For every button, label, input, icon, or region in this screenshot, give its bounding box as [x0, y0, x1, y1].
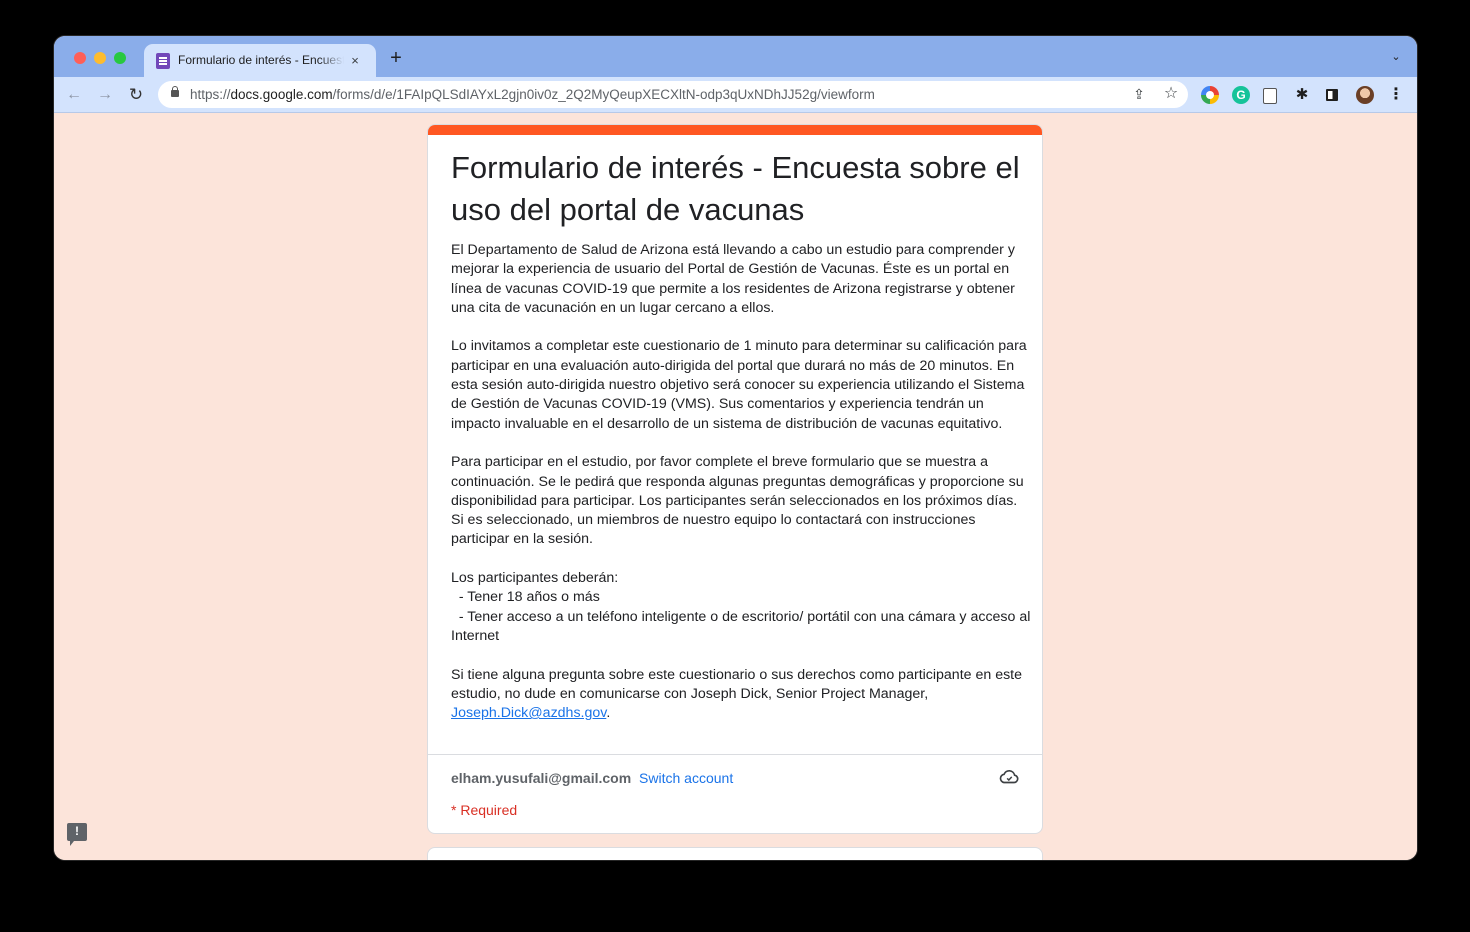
minimize-window-button[interactable]	[94, 52, 106, 64]
lock-icon[interactable]	[171, 86, 179, 97]
next-question-card	[427, 847, 1043, 860]
required-note: * Required	[451, 802, 518, 818]
form-title: Formulario de interés - Encuesta sobre e…	[451, 150, 1020, 227]
extensions-puzzle-icon[interactable]: ✱	[1293, 86, 1311, 104]
google-forms-icon	[156, 53, 170, 69]
extension-icon[interactable]	[1263, 88, 1277, 104]
grammarly-extension-icon[interactable]: G	[1232, 86, 1250, 104]
forward-icon[interactable]: →	[94, 84, 116, 106]
tab-close-icon[interactable]: ×	[346, 52, 364, 70]
description-end: .	[606, 705, 611, 722]
url-text[interactable]: https://docs.google.com/forms/d/e/1FAIpQ…	[190, 87, 875, 102]
divider	[428, 754, 1042, 755]
feedback-icon[interactable]: !	[67, 823, 87, 846]
new-tab-button[interactable]: +	[386, 48, 406, 68]
account-email: elham.yusufali@gmail.com	[451, 770, 632, 786]
address-bar[interactable]: https://docs.google.com/forms/d/e/1FAIpQ…	[158, 81, 1188, 108]
browser-menu-icon[interactable]: ⋮	[1387, 86, 1405, 104]
form-description: El Departamento de Salud de Arizona está…	[451, 241, 1031, 723]
tab-bar: Formulario de interés - Encuesta sobre e…	[54, 36, 1417, 77]
tab-search-icon[interactable]: ⌄	[1389, 50, 1403, 64]
browser-window: Formulario de interés - Encuesta sobre e…	[54, 36, 1417, 860]
browser-toolbar: ← → ↻ https://docs.google.com/forms/d/e/…	[54, 77, 1417, 113]
back-icon[interactable]: ←	[63, 84, 85, 106]
close-window-button[interactable]	[74, 52, 86, 64]
account-row: elham.yusufali@gmail.com Switch account	[451, 770, 733, 786]
share-icon[interactable]: ⇪	[1130, 85, 1148, 103]
tab-title: Formulario de interés - Encuesta sobre e…	[178, 53, 344, 67]
form-accent-bar	[428, 125, 1042, 135]
cloud-save-icon[interactable]	[998, 766, 1020, 788]
bookmark-star-icon[interactable]: ☆	[1162, 85, 1180, 103]
contact-email-link[interactable]: Joseph.Dick@azdhs.gov	[451, 705, 606, 721]
profile-avatar[interactable]	[1356, 86, 1374, 104]
tab-active[interactable]: Formulario de interés - Encuesta sobre e…	[144, 44, 376, 77]
form-header-card: Formulario de interés - Encuesta sobre e…	[427, 124, 1043, 834]
switch-account-link[interactable]: Switch account	[639, 770, 733, 786]
form-page: Formulario de interés - Encuesta sobre e…	[54, 113, 1417, 860]
side-panel-icon[interactable]	[1326, 89, 1338, 101]
reload-icon[interactable]: ↻	[125, 84, 147, 106]
description-text: El Departamento de Salud de Arizona está…	[451, 242, 1031, 702]
zoom-window-button[interactable]	[114, 52, 126, 64]
color-picker-extension-icon[interactable]	[1201, 86, 1219, 104]
